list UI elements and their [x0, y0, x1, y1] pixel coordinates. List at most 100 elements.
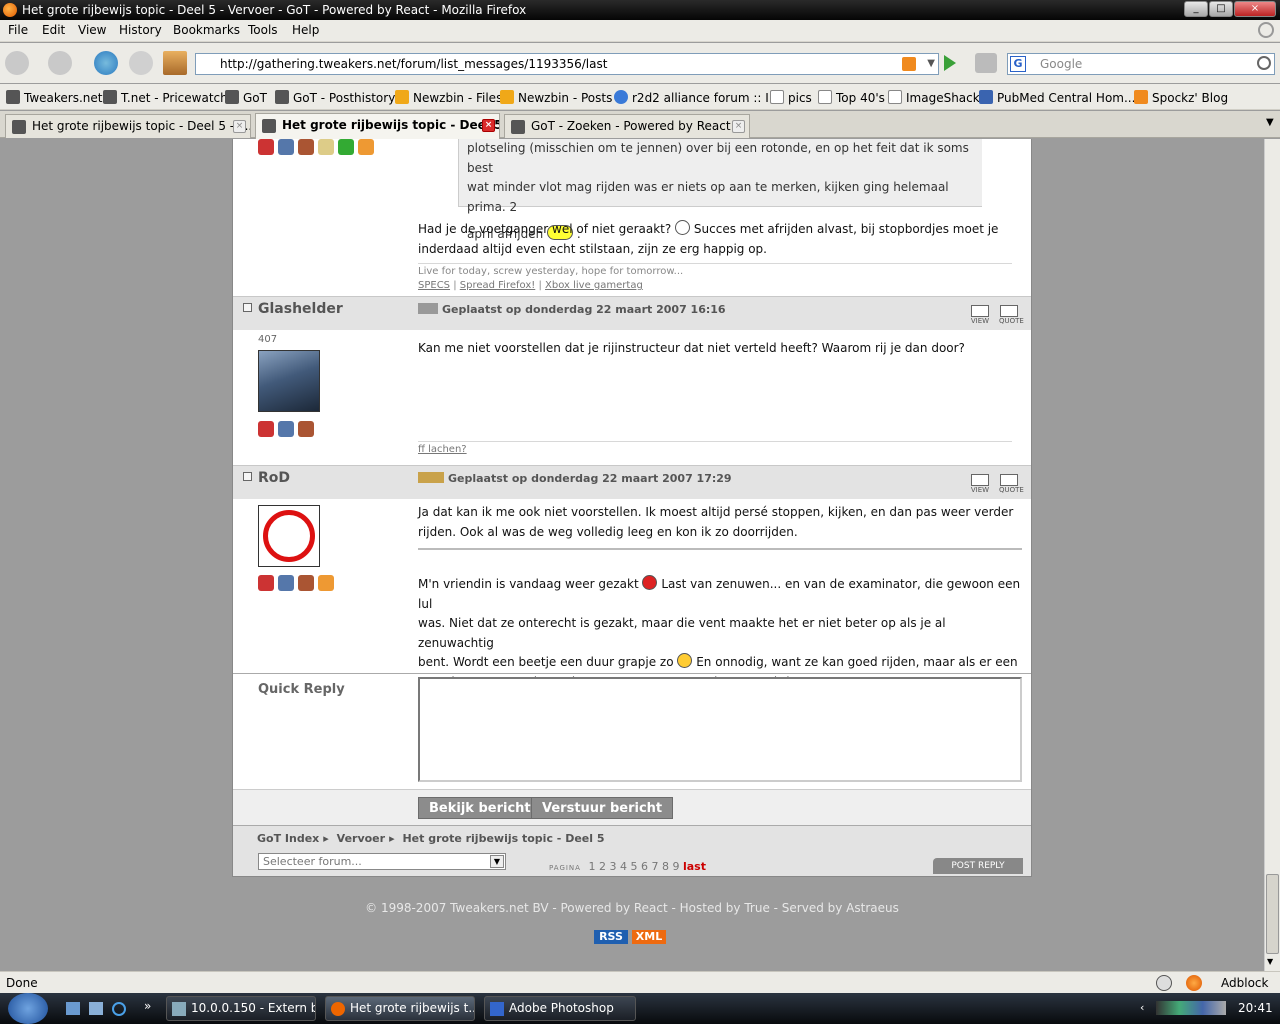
bookmark-item[interactable]: PubMed Central Hom... [979, 90, 1135, 105]
system-tray-icons[interactable] [1156, 1001, 1226, 1015]
quick-reply-label: Quick Reply [258, 682, 345, 697]
rss-badge[interactable]: RSS [594, 930, 628, 944]
quicklaunch-more-icon[interactable]: » [144, 999, 151, 1013]
post-text: inderdaad altijd even echt stilstaan, zi… [418, 241, 767, 256]
specs-link[interactable]: SPECS [418, 280, 450, 291]
post-text: rijden. Ook al was de weg volledig leeg … [418, 524, 798, 539]
quick-reply-textarea[interactable] [418, 677, 1022, 782]
minimize-button[interactable]: _ [1184, 1, 1208, 17]
taskbar-photoshop[interactable]: Adobe Photoshop [484, 996, 636, 1021]
bookmark-item[interactable]: Spockz' Blog [1134, 90, 1228, 105]
taskbar-label: Adobe Photoshop [509, 1001, 614, 1015]
print-icon[interactable] [975, 53, 997, 73]
menu-file[interactable]: File [8, 23, 28, 37]
bookmark-item[interactable]: ImageShack [888, 90, 980, 105]
tab-rijbewijs-2[interactable]: Het grote rijbewijs topic - Deel 5 ... × [255, 113, 500, 139]
quote-line: wat minder vlot mag rijden was er niets … [467, 180, 949, 214]
preview-button[interactable]: Bekijk bericht [418, 797, 542, 819]
firefox-icon [331, 1002, 345, 1016]
google-icon[interactable]: G [1010, 56, 1026, 72]
xbox-gamertag-link[interactable]: Xbox live gamertag [545, 280, 643, 291]
taskbar-firefox[interactable]: Het grote rijbewijs t... [325, 996, 475, 1021]
page-link[interactable]: 8 [662, 860, 669, 873]
spread-firefox-link[interactable]: Spread Firefox! [460, 280, 536, 291]
menu-edit[interactable]: Edit [42, 23, 65, 37]
tab-list-icon[interactable]: ▼ [1266, 117, 1274, 128]
search-icon[interactable] [1257, 56, 1271, 70]
smiley-status-icon[interactable] [1156, 975, 1172, 991]
maximize-button[interactable]: □ [1209, 1, 1233, 17]
post-author[interactable]: RoD [243, 470, 290, 486]
view-button[interactable]: VIEW [970, 474, 990, 494]
url-input[interactable]: http://gathering.tweakers.net/forum/list… [195, 53, 939, 75]
firefox-status-icon[interactable] [1186, 975, 1202, 991]
home-icon[interactable] [163, 51, 187, 75]
page-link[interactable]: 6 [641, 860, 648, 873]
tab-zoeken[interactable]: GoT - Zoeken - Powered by React × [504, 114, 750, 138]
ff-lachen-link[interactable]: ff lachen? [418, 444, 467, 455]
breadcrumb-got-index[interactable]: GoT Index [257, 832, 319, 845]
bookmark-item[interactable]: GoT [225, 90, 267, 105]
breadcrumb-topic[interactable]: Het grote rijbewijs topic - Deel 5 [402, 832, 604, 845]
adblock-label[interactable]: Adblock [1221, 976, 1268, 990]
tab-close-icon[interactable]: × [233, 120, 246, 133]
back-icon[interactable] [5, 51, 29, 75]
start-orb-icon[interactable] [8, 993, 48, 1024]
scrollbar-thumb[interactable] [1266, 874, 1279, 954]
menu-view[interactable]: View [78, 23, 106, 37]
bookmark-item[interactable]: GoT - Posthistory [275, 90, 395, 105]
page-link[interactable]: 4 [620, 860, 627, 873]
post-header: Glashelder Geplaatst op donderdag 22 maa… [233, 296, 1031, 330]
tab-rijbewijs-1[interactable]: Het grote rijbewijs topic - Deel 5 - V..… [5, 114, 251, 138]
page-link[interactable]: 7 [651, 860, 658, 873]
page-link[interactable]: 9 [672, 860, 679, 873]
forum-footer: GoT Index ▸ Vervoer ▸ Het grote rijbewijs … [233, 825, 1031, 877]
page-link[interactable]: 2 [599, 860, 606, 873]
reload-icon[interactable] [94, 51, 118, 75]
breadcrumb-vervoer[interactable]: Vervoer [337, 832, 385, 845]
close-button[interactable]: × [1234, 1, 1276, 17]
tray-expand-icon[interactable]: ‹ [1140, 1001, 1144, 1014]
bookmark-item[interactable]: pics [770, 90, 812, 105]
post-date: Geplaatst op donderdag 22 maart 2007 16:… [442, 303, 726, 316]
chevron-down-icon[interactable]: ▼ [490, 855, 504, 868]
bookmark-item[interactable]: Top 40's [818, 90, 885, 105]
forward-icon[interactable] [48, 51, 72, 75]
menu-tools[interactable]: Tools [248, 23, 278, 37]
user-badge-icon [278, 421, 294, 437]
bookmark-item[interactable]: Newzbin - Files [395, 90, 502, 105]
post-author[interactable]: Glashelder [243, 301, 343, 317]
rss-feed-icon[interactable] [902, 57, 916, 71]
menu-history[interactable]: History [119, 23, 162, 37]
post-reply-button[interactable]: POST REPLY [933, 858, 1023, 874]
quote-button[interactable]: QUOTE [999, 305, 1024, 325]
vertical-scrollbar[interactable]: ▼ [1264, 139, 1280, 971]
search-input[interactable]: G Google [1007, 53, 1275, 75]
tab-close-icon[interactable]: × [732, 120, 745, 133]
menu-help[interactable]: Help [292, 23, 319, 37]
tab-close-icon[interactable]: × [482, 119, 495, 132]
menu-bookmarks[interactable]: Bookmarks [173, 23, 240, 37]
page-icon [818, 90, 832, 104]
bookmark-item[interactable]: T.net - Pricewatch [103, 90, 228, 105]
bookmark-item[interactable]: r2d2 alliance forum :: I... [614, 90, 780, 105]
view-button[interactable]: VIEW [970, 305, 990, 325]
scroll-down-icon[interactable]: ▼ [1267, 957, 1273, 966]
page-link-last[interactable]: last [683, 860, 706, 873]
go-icon[interactable] [944, 55, 956, 71]
send-button[interactable]: Verstuur bericht [531, 797, 674, 819]
show-desktop-icon[interactable] [66, 1002, 80, 1015]
page-link[interactable]: 1 [588, 860, 595, 873]
page-link[interactable]: 5 [630, 860, 637, 873]
taskbar-remote-desktop[interactable]: 10.0.0.150 - Extern b... [166, 996, 316, 1021]
switch-windows-icon[interactable] [89, 1002, 103, 1015]
xml-badge[interactable]: XML [632, 930, 666, 944]
page-link[interactable]: 3 [609, 860, 616, 873]
internet-explorer-icon[interactable] [112, 1002, 126, 1016]
bookmark-item[interactable]: Newzbin - Posts [500, 90, 612, 105]
url-dropdown-icon[interactable]: ▼ [927, 54, 935, 74]
stop-icon[interactable] [129, 51, 153, 75]
forum-select[interactable]: Selecteer forum... ▼ [258, 853, 506, 870]
quote-button[interactable]: QUOTE [999, 474, 1024, 494]
bookmark-item[interactable]: Tweakers.net [6, 90, 103, 105]
